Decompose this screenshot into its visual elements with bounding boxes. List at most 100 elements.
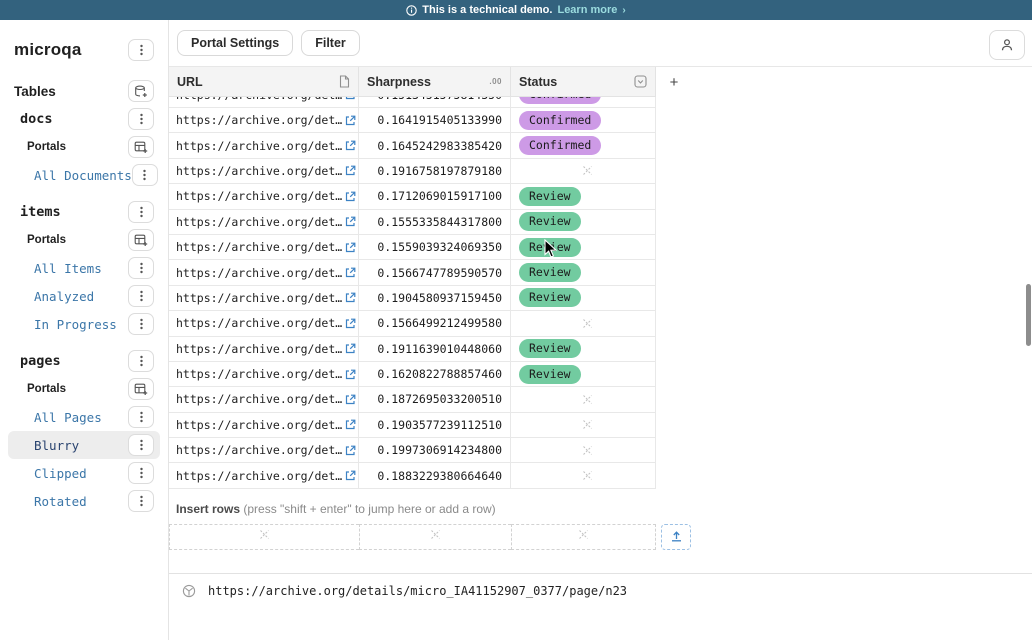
scrollbar-thumb[interactable] bbox=[1026, 284, 1031, 346]
status-cell[interactable] bbox=[511, 463, 656, 488]
sharpness-cell[interactable]: 0.1513451575814350 bbox=[359, 97, 511, 108]
insert-cell-status[interactable] bbox=[511, 524, 656, 550]
sidebar-item-clipped[interactable]: Clipped bbox=[0, 459, 168, 487]
sidebar-item-menu-button[interactable] bbox=[128, 285, 154, 307]
insert-row[interactable] bbox=[169, 524, 1032, 550]
sidebar-item-label[interactable]: All Items bbox=[0, 261, 102, 276]
sidebar-item-menu-button[interactable] bbox=[128, 80, 154, 102]
sidebar-item-in-progress[interactable]: In Progress bbox=[0, 310, 168, 338]
sidebar-item-label[interactable]: Clipped bbox=[0, 466, 87, 481]
sidebar-item-portals[interactable]: Portals bbox=[0, 226, 168, 254]
sidebar-item-label[interactable]: items bbox=[0, 204, 61, 220]
sidebar-item-label[interactable]: All Documents bbox=[0, 168, 132, 183]
sidebar-item-label[interactable]: Portals bbox=[0, 234, 66, 246]
sidebar-item-menu-button[interactable] bbox=[128, 490, 154, 512]
table-row[interactable]: https://archive.org/det… 0.1555335844317… bbox=[169, 210, 1032, 235]
url-cell[interactable]: https://archive.org/det… bbox=[169, 438, 359, 463]
sharpness-cell[interactable]: 0.1620822788857460 bbox=[359, 362, 511, 387]
sidebar-item-menu-button[interactable] bbox=[128, 378, 154, 400]
insert-cell-url[interactable] bbox=[169, 524, 359, 550]
status-cell[interactable] bbox=[511, 311, 656, 336]
url-cell[interactable]: https://archive.org/det… bbox=[169, 159, 359, 184]
table-row[interactable]: https://archive.org/det… 0.1903577239112… bbox=[169, 413, 1032, 438]
table-row[interactable]: https://archive.org/det… 0.1566499212499… bbox=[169, 311, 1032, 336]
status-cell[interactable]: Review bbox=[511, 362, 656, 387]
url-cell[interactable]: https://archive.org/det… bbox=[169, 337, 359, 362]
sidebar-item-menu-button[interactable] bbox=[128, 462, 154, 484]
url-cell[interactable]: https://archive.org/det… bbox=[169, 108, 359, 133]
sharpness-cell[interactable]: 0.1997306914234800 bbox=[359, 438, 511, 463]
url-cell[interactable]: https://archive.org/det… bbox=[169, 387, 359, 412]
sidebar-item-tables[interactable]: Tables bbox=[0, 77, 168, 105]
upload-row-button[interactable] bbox=[661, 524, 691, 550]
sharpness-cell[interactable]: 0.1883229380664640 bbox=[359, 463, 511, 488]
url-cell[interactable]: https://archive.org/det… bbox=[169, 97, 359, 108]
filter-button[interactable]: Filter bbox=[301, 30, 360, 56]
sidebar-item-label[interactable]: Tables bbox=[0, 84, 56, 99]
external-link-icon[interactable] bbox=[345, 343, 356, 354]
table-row[interactable]: https://archive.org/det… 0.1559039324069… bbox=[169, 235, 1032, 260]
table-row[interactable]: https://archive.org/det… 0.1566747789590… bbox=[169, 260, 1032, 285]
sidebar-item-menu-button[interactable] bbox=[128, 201, 154, 223]
status-cell[interactable]: Review bbox=[511, 260, 656, 285]
table-row[interactable]: https://archive.org/det… 0.1997306914234… bbox=[169, 438, 1032, 463]
sidebar-item-menu-button[interactable] bbox=[128, 229, 154, 251]
sidebar-item-all-documents[interactable]: All Documents bbox=[0, 161, 168, 189]
external-link-icon[interactable] bbox=[345, 445, 356, 456]
sidebar-item-menu-button[interactable] bbox=[128, 434, 154, 456]
portal-settings-button[interactable]: Portal Settings bbox=[177, 30, 293, 56]
external-link-icon[interactable] bbox=[345, 470, 356, 481]
sidebar-item-menu-button[interactable] bbox=[132, 164, 158, 186]
url-cell[interactable]: https://archive.org/det… bbox=[169, 311, 359, 336]
sharpness-cell[interactable]: 0.1566499212499580 bbox=[359, 311, 511, 336]
external-link-icon[interactable] bbox=[345, 97, 356, 100]
sharpness-cell[interactable]: 0.1712069015917100 bbox=[359, 184, 511, 209]
status-cell[interactable]: Review bbox=[511, 210, 656, 235]
external-link-icon[interactable] bbox=[345, 242, 356, 253]
external-link-icon[interactable] bbox=[345, 216, 356, 227]
table-row[interactable]: https://archive.org/det… 0.1872695033200… bbox=[169, 387, 1032, 412]
insert-cell-sharpness[interactable] bbox=[359, 524, 511, 550]
url-cell[interactable]: https://archive.org/det… bbox=[169, 463, 359, 488]
sidebar-item-analyzed[interactable]: Analyzed bbox=[0, 282, 168, 310]
table-row[interactable]: https://archive.org/det… 0.1712069015917… bbox=[169, 184, 1032, 209]
table-row[interactable]: https://archive.org/det… 0.1620822788857… bbox=[169, 362, 1032, 387]
status-cell[interactable]: Review bbox=[511, 235, 656, 260]
status-cell[interactable]: Review bbox=[511, 286, 656, 311]
sharpness-cell[interactable]: 0.1916758197879180 bbox=[359, 159, 511, 184]
url-cell[interactable]: https://archive.org/det… bbox=[169, 133, 359, 158]
sidebar-item-portals[interactable]: Portals bbox=[0, 133, 168, 161]
url-cell[interactable]: https://archive.org/det… bbox=[169, 235, 359, 260]
status-cell[interactable]: Review bbox=[511, 184, 656, 209]
sidebar-item-label[interactable]: Rotated bbox=[0, 494, 87, 509]
sidebar-item-menu-button[interactable] bbox=[128, 257, 154, 279]
sidebar-item-label[interactable]: All Pages bbox=[0, 410, 102, 425]
table-row[interactable]: https://archive.org/det… 0.1513451575814… bbox=[169, 97, 1032, 108]
status-cell[interactable] bbox=[511, 387, 656, 412]
learn-more-link[interactable]: Learn more bbox=[557, 4, 617, 16]
status-cell[interactable]: Confirmed bbox=[511, 133, 656, 158]
sharpness-cell[interactable]: 0.1641915405133990 bbox=[359, 108, 511, 133]
sidebar-item-label[interactable]: Analyzed bbox=[0, 289, 94, 304]
table-row[interactable]: https://archive.org/det… 0.1904580937159… bbox=[169, 286, 1032, 311]
record-icon[interactable] bbox=[182, 584, 196, 598]
sharpness-cell[interactable]: 0.1904580937159450 bbox=[359, 286, 511, 311]
table-row[interactable]: https://archive.org/det… 0.1911639010448… bbox=[169, 337, 1032, 362]
sidebar-item-label[interactable]: In Progress bbox=[0, 317, 117, 332]
external-link-icon[interactable] bbox=[345, 140, 356, 151]
external-link-icon[interactable] bbox=[345, 394, 356, 405]
url-cell[interactable]: https://archive.org/det… bbox=[169, 210, 359, 235]
sharpness-cell[interactable]: 0.1645242983385420 bbox=[359, 133, 511, 158]
status-cell[interactable]: Confirmed bbox=[511, 108, 656, 133]
sharpness-cell[interactable]: 0.1559039324069350 bbox=[359, 235, 511, 260]
external-link-icon[interactable] bbox=[345, 292, 356, 303]
sidebar-item-portals[interactable]: Portals bbox=[0, 375, 168, 403]
sharpness-cell[interactable]: 0.1555335844317800 bbox=[359, 210, 511, 235]
sidebar-item-pages[interactable]: pages bbox=[0, 347, 168, 375]
sidebar-item-docs[interactable]: docs bbox=[0, 105, 168, 133]
record-url[interactable]: https://archive.org/details/micro_IA4115… bbox=[208, 584, 627, 598]
sidebar-item-all-items[interactable]: All Items bbox=[0, 254, 168, 282]
url-cell[interactable]: https://archive.org/det… bbox=[169, 286, 359, 311]
external-link-icon[interactable] bbox=[345, 165, 356, 176]
sidebar-item-label[interactable]: Portals bbox=[0, 383, 66, 395]
